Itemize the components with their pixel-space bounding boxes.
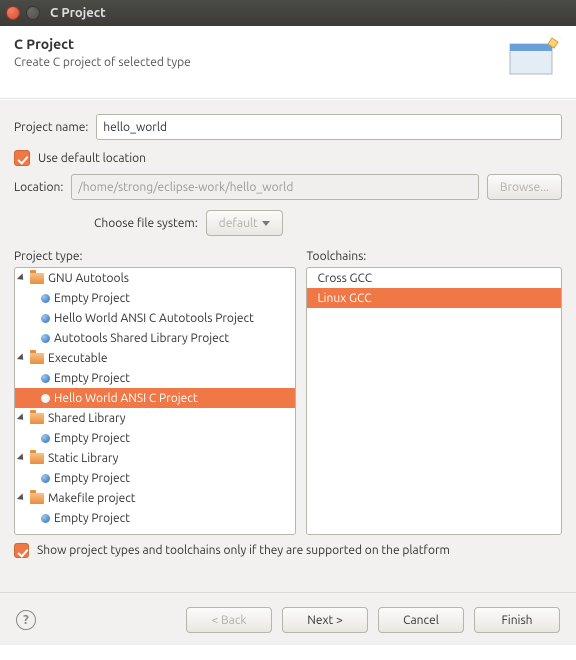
expander-icon[interactable]: [17, 413, 26, 422]
supported-only-checkbox[interactable]: [14, 543, 29, 558]
wizard-icon: [508, 36, 562, 76]
tree-folder[interactable]: Executable: [15, 348, 295, 368]
expander-icon[interactable]: [17, 273, 26, 282]
tree-item-label: Empty Project: [54, 292, 130, 305]
tree-item[interactable]: Empty Project: [15, 468, 295, 488]
project-template-icon: [41, 514, 50, 523]
folder-icon: [30, 413, 44, 424]
project-template-icon: [41, 294, 50, 303]
banner-title: C Project: [14, 36, 191, 52]
help-icon[interactable]: ?: [16, 610, 36, 630]
tree-item[interactable]: Empty Project: [15, 368, 295, 388]
tree-item-label: Executable: [48, 352, 107, 365]
project-name-input[interactable]: [96, 114, 562, 140]
use-default-location-checkbox[interactable]: [14, 150, 30, 166]
tree-item-label: Autotools Shared Library Project: [54, 332, 229, 345]
tree-item[interactable]: Empty Project: [15, 428, 295, 448]
folder-icon: [30, 273, 44, 284]
next-button[interactable]: Next >: [282, 607, 368, 633]
dialog-banner: C Project Create C project of selected t…: [0, 26, 576, 99]
expander-icon[interactable]: [17, 493, 26, 502]
folder-icon: [30, 453, 44, 464]
back-button: < Back: [186, 607, 272, 633]
tree-item-label: GNU Autotools: [48, 272, 129, 285]
tree-item-label: Shared Library: [48, 412, 126, 425]
folder-icon: [30, 493, 44, 504]
tree-item[interactable]: Hello World ANSI C Autotools Project: [15, 308, 295, 328]
tree-folder[interactable]: GNU Autotools: [15, 268, 295, 288]
tree-item-label: Hello World ANSI C Autotools Project: [54, 312, 254, 325]
tree-item-label: Empty Project: [54, 472, 130, 485]
project-name-label: Project name:: [14, 121, 88, 134]
toolchains-list[interactable]: Cross GCC Linux GCC: [306, 267, 562, 535]
project-template-icon: [41, 474, 50, 483]
tree-item-label: Static Library: [48, 452, 118, 465]
tree-item-label: Empty Project: [54, 512, 130, 525]
location-label: Location:: [14, 181, 63, 194]
expander-icon[interactable]: [17, 353, 26, 362]
project-template-icon: [41, 374, 50, 383]
cancel-button[interactable]: Cancel: [378, 607, 464, 633]
tree-folder[interactable]: Static Library: [15, 448, 295, 468]
supported-only-label: Show project types and toolchains only i…: [37, 544, 450, 557]
use-default-location-label: Use default location: [38, 152, 146, 165]
window-title: C Project: [50, 6, 106, 20]
project-template-icon: [41, 394, 50, 403]
tree-item[interactable]: Empty Project: [15, 508, 295, 528]
minimize-icon[interactable]: [26, 6, 40, 20]
banner-subtitle: Create C project of selected type: [14, 56, 191, 69]
file-system-select: default: [206, 210, 283, 236]
project-type-label: Project type:: [14, 250, 296, 263]
tree-item[interactable]: Autotools Shared Library Project: [15, 328, 295, 348]
finish-button[interactable]: Finish: [474, 607, 560, 633]
window-title-bar: C Project: [0, 0, 576, 26]
chevron-down-icon: [262, 221, 270, 226]
tree-folder[interactable]: Shared Library: [15, 408, 295, 428]
project-template-icon: [41, 434, 50, 443]
close-icon[interactable]: [6, 6, 20, 20]
folder-icon: [30, 353, 44, 364]
toolchain-item[interactable]: Cross GCC: [307, 268, 561, 288]
expander-icon[interactable]: [17, 453, 26, 462]
browse-button: Browse...: [487, 174, 562, 200]
tree-item-label: Hello World ANSI C Project: [54, 392, 198, 405]
tree-folder[interactable]: Makefile project: [15, 488, 295, 508]
toolchain-item-label: Linux GCC: [317, 292, 371, 305]
toolchain-item[interactable]: Linux GCC: [307, 288, 561, 308]
tree-item-label: Empty Project: [54, 432, 130, 445]
project-type-tree[interactable]: GNU Autotools Empty Project Hello World AN…: [14, 267, 296, 535]
location-input: [71, 174, 479, 200]
tree-item[interactable]: Empty Project: [15, 288, 295, 308]
toolchains-label: Toolchains:: [306, 250, 562, 263]
tree-item[interactable]: Hello World ANSI C Project: [15, 388, 295, 408]
toolchain-item-label: Cross GCC: [317, 272, 372, 285]
dialog-content: Project name: Use default location Locat…: [0, 99, 576, 645]
project-template-icon: [41, 334, 50, 343]
tree-item-label: Empty Project: [54, 372, 130, 385]
tree-item-label: Makefile project: [48, 492, 136, 505]
project-template-icon: [41, 314, 50, 323]
file-system-label: Choose file system:: [94, 217, 198, 230]
